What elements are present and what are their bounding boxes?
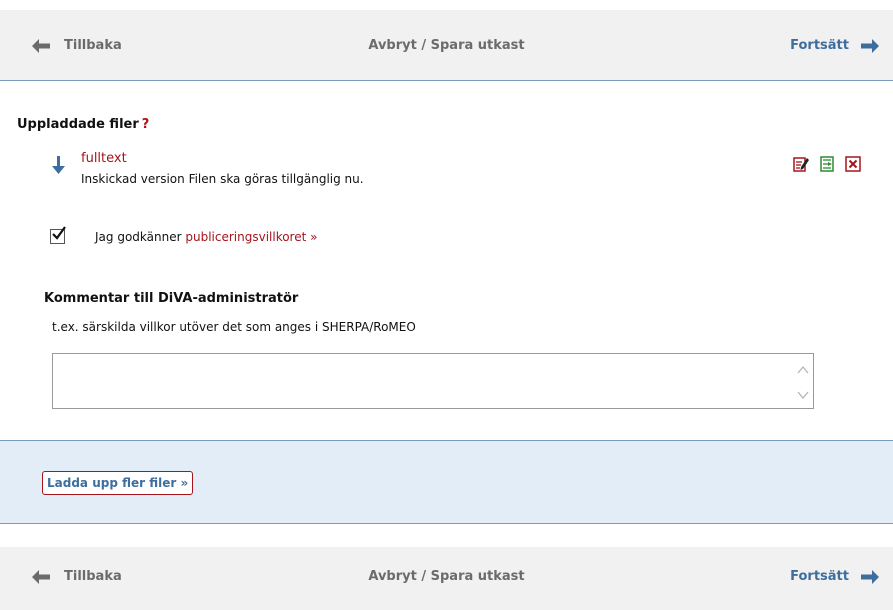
comment-title: Kommentar till DiVA-administratör [44,291,299,306]
help-link[interactable]: ? [142,117,150,132]
consent-checkbox[interactable] [50,226,66,244]
file-description: Inskickad version Filen ska göras tillgä… [81,172,364,186]
back-label: Tillbaka [64,569,122,584]
checkmark-icon [52,226,66,240]
consent-label: Jag godkänner [95,229,182,244]
uploaded-files-title: Uppladdade filer? [17,117,149,132]
terms-link[interactable]: publiceringsvillkoret » [185,230,317,244]
continue-label: Fortsätt [790,38,849,53]
back-button-bottom[interactable]: Tillbaka [32,569,122,584]
file-actions [793,156,861,172]
scroll-down-icon [797,391,809,400]
uploaded-files-heading: Uppladdade filer [17,117,139,132]
arrow-right-icon [861,569,879,584]
cancel-save-draft-bottom: Avbryt / Spara utkast [0,569,893,584]
uploaded-file-row: fulltext Inskickad version Filen ska gör… [52,150,867,200]
comment-hint: t.ex. särskilda villkor utöver det som a… [52,320,416,334]
file-link[interactable]: fulltext [81,151,127,166]
delete-icon[interactable] [845,156,861,172]
comment-box [52,353,814,409]
top-nav-bar: Tillbaka Avbryt / Spara utkast Fortsätt [0,10,893,81]
edit-icon[interactable] [793,156,809,172]
arrow-left-icon [32,38,50,53]
bottom-nav-bar: Tillbaka Avbryt / Spara utkast Fortsätt [0,547,893,610]
consent-text: Jag godkänner publiceringsvillkoret » [95,230,317,244]
continue-button-bottom[interactable]: Fortsätt [790,569,879,584]
comment-input[interactable] [53,354,793,406]
consent-row: Jag godkänner publiceringsvillkoret » [50,226,317,244]
arrow-left-icon [32,569,50,584]
cancel-save-draft-button-bottom[interactable]: Avbryt / Spara utkast [368,569,524,584]
replace-file-icon[interactable] [819,156,835,172]
continue-button[interactable]: Fortsätt [790,38,879,53]
continue-label: Fortsätt [790,569,849,584]
scroll-up-icon [797,365,809,374]
upload-more-panel: Ladda upp fler filer » [0,440,893,524]
textarea-scrollbar[interactable] [794,355,812,407]
download-arrow-icon[interactable] [52,156,65,174]
back-label: Tillbaka [64,38,122,53]
back-button[interactable]: Tillbaka [32,38,122,53]
cancel-save-draft-button[interactable]: Avbryt / Spara utkast [368,38,524,53]
upload-more-button[interactable]: Ladda upp fler filer » [42,471,194,495]
arrow-right-icon [861,38,879,53]
cancel-save-draft: Avbryt / Spara utkast [0,38,893,53]
